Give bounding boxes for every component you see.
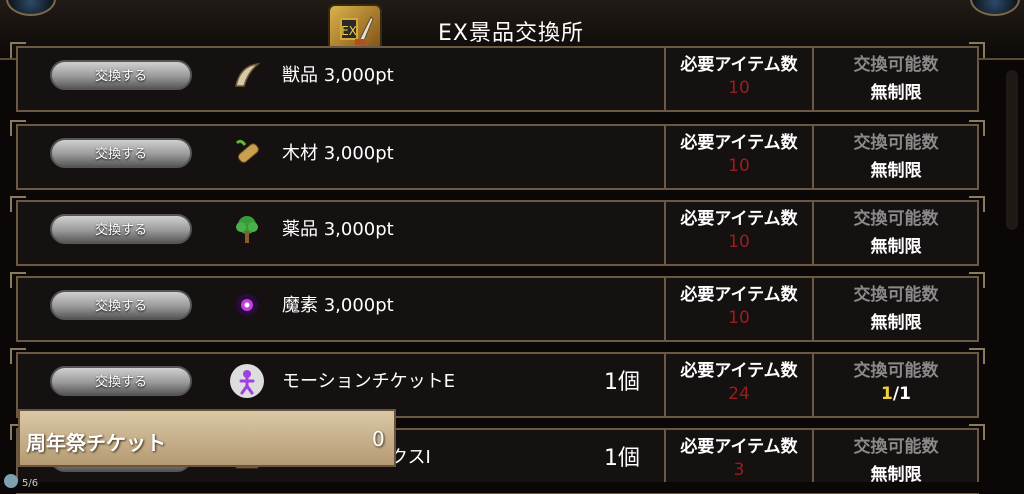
exchange-limit-value: 無制限 (870, 83, 922, 103)
required-items-value: 10 (728, 156, 750, 176)
page-title: EX景品交換所 (438, 21, 584, 46)
footer-text: 5/6 (22, 478, 39, 489)
wood-icon (230, 136, 264, 170)
list-item: 交換する 薬品 3,000pt 必要アイテム数 10 交換可能数 無制限 (16, 200, 979, 266)
exchange-limit-label: 交換可能数 (853, 133, 939, 153)
exchange-limit-cell: 交換可能数 無制限 (816, 276, 976, 342)
required-items-label: 必要アイテム数 (680, 437, 798, 457)
required-items-label: 必要アイテム数 (680, 55, 798, 75)
exchange-limit-value: 1/1 (816, 384, 976, 404)
required-items-label: 必要アイテム数 (680, 133, 798, 153)
exchange-limit-label: 交換可能数 (853, 209, 939, 229)
item-name: 獣品 3,000pt (282, 65, 394, 86)
item-name: モーションチケットE (282, 371, 456, 392)
exchange-limit-value: 無制限 (870, 313, 922, 333)
list-item: 交換する 獣品 3,000pt 必要アイテム数 10 交換可能数 無制限 (16, 46, 979, 112)
ticket-count: 0 (372, 427, 385, 451)
exchange-limit-label: 交換可能数 (853, 361, 939, 381)
exchange-button[interactable]: 交換する (50, 290, 192, 320)
svg-text:EX: EX (341, 24, 357, 38)
status-gem-icon (4, 474, 18, 488)
exchange-limit-label: 交換可能数 (853, 285, 939, 305)
required-items-cell: 必要アイテム数 24 (664, 352, 814, 418)
required-items-label: 必要アイテム数 (680, 361, 798, 381)
required-items-value: 3 (733, 460, 745, 480)
exchange-limit-label: 交換可能数 (853, 437, 939, 457)
exchange-button[interactable]: 交換する (50, 366, 192, 396)
exchange-limit-cell: 交換可能数 1/1 (816, 352, 976, 418)
required-items-value: 24 (728, 384, 750, 404)
required-items-cell: 必要アイテム数 10 (664, 124, 814, 190)
scrollbar[interactable] (1004, 60, 1022, 493)
list-item: 交換する 木材 3,000pt 必要アイテム数 10 交換可能数 無制限 (16, 124, 979, 190)
exchange-limit-cell: 交換可能数 無制限 (816, 124, 976, 190)
item-name: 薬品 3,000pt (282, 219, 394, 240)
exchange-button[interactable]: 交換する (50, 214, 192, 244)
exchange-button[interactable]: 交換する (50, 60, 192, 90)
item-quantity: 1個 (604, 370, 640, 395)
exchange-limit-value: 無制限 (870, 161, 922, 181)
exchange-button[interactable]: 交換する (50, 138, 192, 168)
exchange-limit-cell: 交換可能数 無制限 (816, 46, 976, 112)
item-name: 魔素 3,000pt (282, 295, 394, 316)
motion-ticket-icon (230, 364, 264, 398)
herb-icon (230, 212, 264, 246)
required-items-cell: 必要アイテム数 10 (664, 276, 814, 342)
exchange-limit-value: 無制限 (870, 237, 922, 257)
required-items-value: 10 (728, 308, 750, 328)
fang-icon (230, 58, 264, 92)
exchange-limit-cell: 交換可能数 無制限 (816, 200, 976, 266)
exchange-limit-label: 交換可能数 (853, 55, 939, 75)
exchange-count-total: /1 (892, 384, 911, 404)
scrollbar-thumb[interactable] (1006, 70, 1018, 230)
required-items-label: 必要アイテム数 (680, 209, 798, 229)
required-items-cell: 必要アイテム数 10 (664, 46, 814, 112)
list-item: 交換する 魔素 3,000pt 必要アイテム数 10 交換可能数 無制限 (16, 276, 979, 342)
required-items-value: 10 (728, 78, 750, 98)
ticket-balance-panel: 周年祭チケット 0 (18, 409, 396, 467)
corner-orb-icon (970, 0, 1020, 16)
exchange-count-current: 1 (881, 384, 893, 404)
item-name: 木材 3,000pt (282, 143, 394, 164)
ticket-label: 周年祭チケット (26, 431, 166, 455)
magic-orb-icon (230, 288, 264, 322)
bottom-status-bar (0, 482, 1024, 493)
item-quantity: 1個 (604, 446, 640, 471)
corner-orb-icon (6, 0, 56, 16)
required-items-value: 10 (728, 232, 750, 252)
required-items-cell: 必要アイテム数 10 (664, 200, 814, 266)
required-items-label: 必要アイテム数 (680, 285, 798, 305)
